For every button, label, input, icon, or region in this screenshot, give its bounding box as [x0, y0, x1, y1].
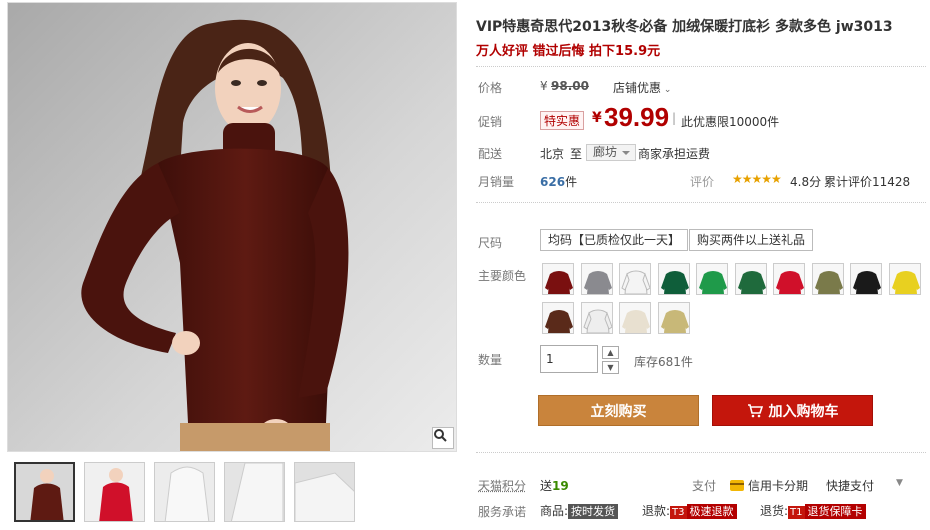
return-code-badge: T1 — [788, 506, 805, 519]
color-swatch[interactable] — [542, 302, 574, 334]
points-value: 送19 — [540, 477, 569, 494]
chevron-down-icon: ⌄ — [661, 85, 672, 95]
divider — [476, 452, 926, 453]
service-return: 退货: T1 退货保障卡 — [760, 502, 866, 519]
shipping-note: 商家承担运费 — [638, 147, 711, 161]
divider — [476, 66, 926, 67]
color-label: 主要颜色 — [478, 269, 527, 283]
store-discount-label: 店铺优惠 — [613, 81, 662, 95]
sales-unit: 件 — [565, 175, 578, 189]
promo-price: 39.99 — [604, 102, 670, 132]
color-swatch[interactable] — [619, 302, 651, 334]
credit-installment[interactable]: 信用卡分期 — [730, 477, 808, 494]
shipping-label: 配送 — [478, 147, 503, 161]
review-count-link[interactable]: 累计评价11428 — [824, 173, 910, 190]
product-info-panel: VIP特惠奇思代2013秋冬必备 加绒保暖打底衫 多款多色 jw3013 万人好… — [476, 0, 926, 519]
add-to-cart-button[interactable]: 加入购物车 — [712, 395, 873, 426]
rating-stars-icon: ★★★★★ — [732, 172, 782, 186]
service-goods: 商品: 按时发货 — [540, 502, 619, 519]
add-to-cart-label: 加入购物车 — [768, 403, 839, 420]
points-number: 19 — [552, 479, 569, 493]
color-swatch[interactable] — [734, 263, 767, 295]
color-swatch[interactable] — [850, 263, 882, 295]
service-refund: 退款: T3 极速退款 — [642, 502, 737, 519]
quantity-down-icon[interactable]: ▼ — [602, 361, 619, 374]
destination-select[interactable]: 廊坊 — [586, 144, 637, 161]
chevron-down-icon[interactable]: ▼ — [896, 478, 903, 488]
promo-limit: 此优惠限10000件 — [681, 115, 780, 129]
monthly-sales-value: 626件 — [540, 173, 577, 190]
rating-label: 评价 — [690, 175, 715, 189]
tmall-points-label[interactable]: 天猫积分 — [478, 477, 526, 494]
quantity-label: 数量 — [478, 353, 503, 367]
thumbnail-2[interactable] — [84, 462, 145, 522]
color-swatch[interactable] — [619, 263, 651, 295]
price-label: 价格 — [478, 81, 503, 95]
zoom-icon[interactable] — [432, 427, 454, 449]
color-swatch[interactable] — [657, 302, 690, 334]
promo-label: 促销 — [478, 115, 503, 129]
return-guarantee-badge[interactable]: 退货保障卡 — [804, 504, 866, 519]
monthly-sales-label: 月销量 — [478, 175, 515, 189]
size-option-gift[interactable]: 购买两件以上送礼品 — [689, 229, 814, 251]
model-photo — [8, 3, 456, 451]
size-label: 尺码 — [478, 236, 503, 250]
thumbnail-1[interactable] — [14, 462, 75, 522]
quick-pay: 快捷支付 — [826, 479, 875, 493]
product-title: VIP特惠奇思代2013秋冬必备 加绒保暖打底衫 多款多色 jw3013 — [476, 19, 893, 35]
main-product-image[interactable] — [7, 2, 457, 452]
promo-currency: ¥ — [592, 110, 602, 126]
refund-code-badge: T3 — [670, 506, 687, 519]
cart-icon — [747, 403, 763, 417]
color-swatch[interactable] — [542, 263, 574, 295]
stock-count: 库存681件 — [634, 355, 693, 369]
service-label: 服务承诺 — [478, 505, 527, 519]
color-swatch[interactable] — [888, 263, 921, 295]
on-time-ship-badge[interactable]: 按时发货 — [568, 504, 619, 519]
color-swatch[interactable] — [773, 263, 805, 295]
color-swatch[interactable] — [580, 263, 613, 295]
thumbnail-3[interactable] — [154, 462, 215, 522]
divider — [476, 202, 926, 203]
color-swatch[interactable] — [580, 302, 613, 334]
thumbnail-strip — [14, 462, 355, 522]
payment-label: 支付 — [692, 479, 717, 493]
quantity-input[interactable]: 1 — [540, 345, 598, 373]
credit-installment-label: 信用卡分期 — [748, 479, 809, 493]
store-discount-dropdown[interactable]: 店铺优惠 ⌄ — [613, 79, 671, 96]
buy-now-label: 立刻购买 — [590, 403, 647, 420]
thumbnail-5[interactable] — [294, 462, 355, 522]
service-goods-label: 商品: — [540, 504, 569, 518]
points-give: 送 — [540, 479, 553, 493]
price-currency: ¥ — [540, 79, 548, 93]
product-subtitle: 万人好评 错过后悔 拍下15.9元 — [476, 44, 661, 59]
destination-value: 廊坊 — [593, 145, 618, 159]
service-refund-label: 退款: — [642, 504, 671, 518]
promo-badge: 特实惠 — [540, 111, 585, 130]
color-swatch[interactable] — [657, 263, 690, 295]
service-return-label: 退货: — [760, 504, 789, 518]
original-price: 98.00 — [551, 79, 589, 93]
shipping-from: 北京 — [540, 147, 565, 161]
shipping-to-word: 至 — [570, 147, 583, 161]
sales-count: 626 — [540, 175, 566, 189]
size-option-one[interactable]: 均码【已质检仅此一天】 — [540, 229, 689, 251]
credit-card-icon — [730, 480, 744, 491]
color-swatch[interactable] — [696, 263, 728, 295]
buy-now-button[interactable]: 立刻购买 — [538, 395, 699, 426]
fast-refund-badge[interactable]: 极速退款 — [686, 504, 737, 519]
color-swatch[interactable] — [811, 263, 844, 295]
quantity-up-icon[interactable]: ▲ — [602, 346, 619, 359]
thumbnail-4[interactable] — [224, 462, 285, 522]
rating-score: 4.8分 — [790, 175, 822, 189]
price-divider: | — [672, 111, 677, 125]
